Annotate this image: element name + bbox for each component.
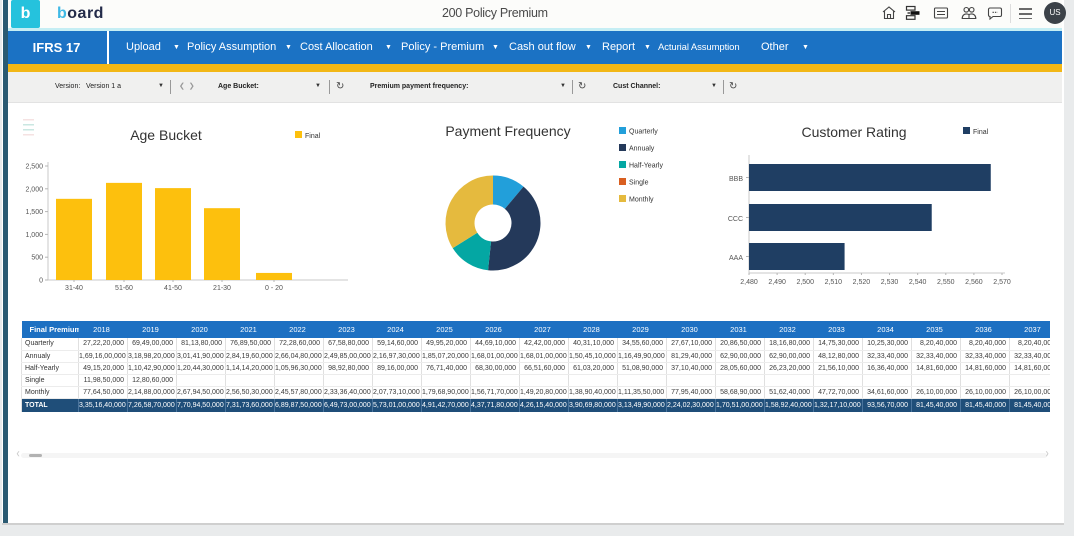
svg-text:0 - 20: 0 - 20 (265, 285, 283, 292)
svg-text:2,530: 2,530 (881, 279, 899, 286)
svg-text:1,500: 1,500 (25, 209, 43, 216)
svg-text:51-60: 51-60 (115, 285, 133, 292)
svg-text:2,500: 2,500 (25, 164, 43, 171)
svg-text:1,000: 1,000 (25, 232, 43, 239)
svg-text:41-50: 41-50 (164, 285, 182, 292)
svg-text:Annualy: Annualy (629, 146, 655, 153)
svg-text:2,570: 2,570 (993, 279, 1011, 286)
svg-text:2,520: 2,520 (853, 279, 871, 286)
svg-text:AAA: AAA (729, 255, 743, 262)
svg-text:Monthly: Monthly (629, 197, 654, 204)
svg-text:CCC: CCC (728, 216, 743, 223)
svg-text:21-30: 21-30 (213, 285, 231, 292)
svg-text:Final: Final (305, 133, 321, 140)
svg-text:0: 0 (39, 278, 43, 285)
svg-text:Single: Single (629, 180, 649, 187)
svg-text:Quarterly: Quarterly (629, 129, 658, 136)
svg-text:2,490: 2,490 (768, 279, 786, 286)
svg-text:Age Bucket: Age Bucket (130, 127, 202, 143)
svg-text:500: 500 (31, 255, 43, 262)
svg-text:Half-Yearly: Half-Yearly (629, 163, 663, 170)
svg-text:BBB: BBB (729, 176, 743, 183)
svg-text:Final: Final (973, 129, 989, 136)
svg-text:2,480: 2,480 (740, 279, 758, 286)
svg-text:31-40: 31-40 (65, 285, 83, 292)
svg-text:2,000: 2,000 (25, 186, 43, 193)
svg-text:2,550: 2,550 (937, 279, 955, 286)
svg-text:Payment Frequency: Payment Frequency (445, 123, 570, 139)
svg-text:2,500: 2,500 (796, 279, 814, 286)
svg-text:2,560: 2,560 (965, 279, 983, 286)
svg-text:2,510: 2,510 (825, 279, 843, 286)
svg-text:Customer Rating: Customer Rating (801, 124, 906, 140)
svg-text:2,540: 2,540 (909, 279, 927, 286)
